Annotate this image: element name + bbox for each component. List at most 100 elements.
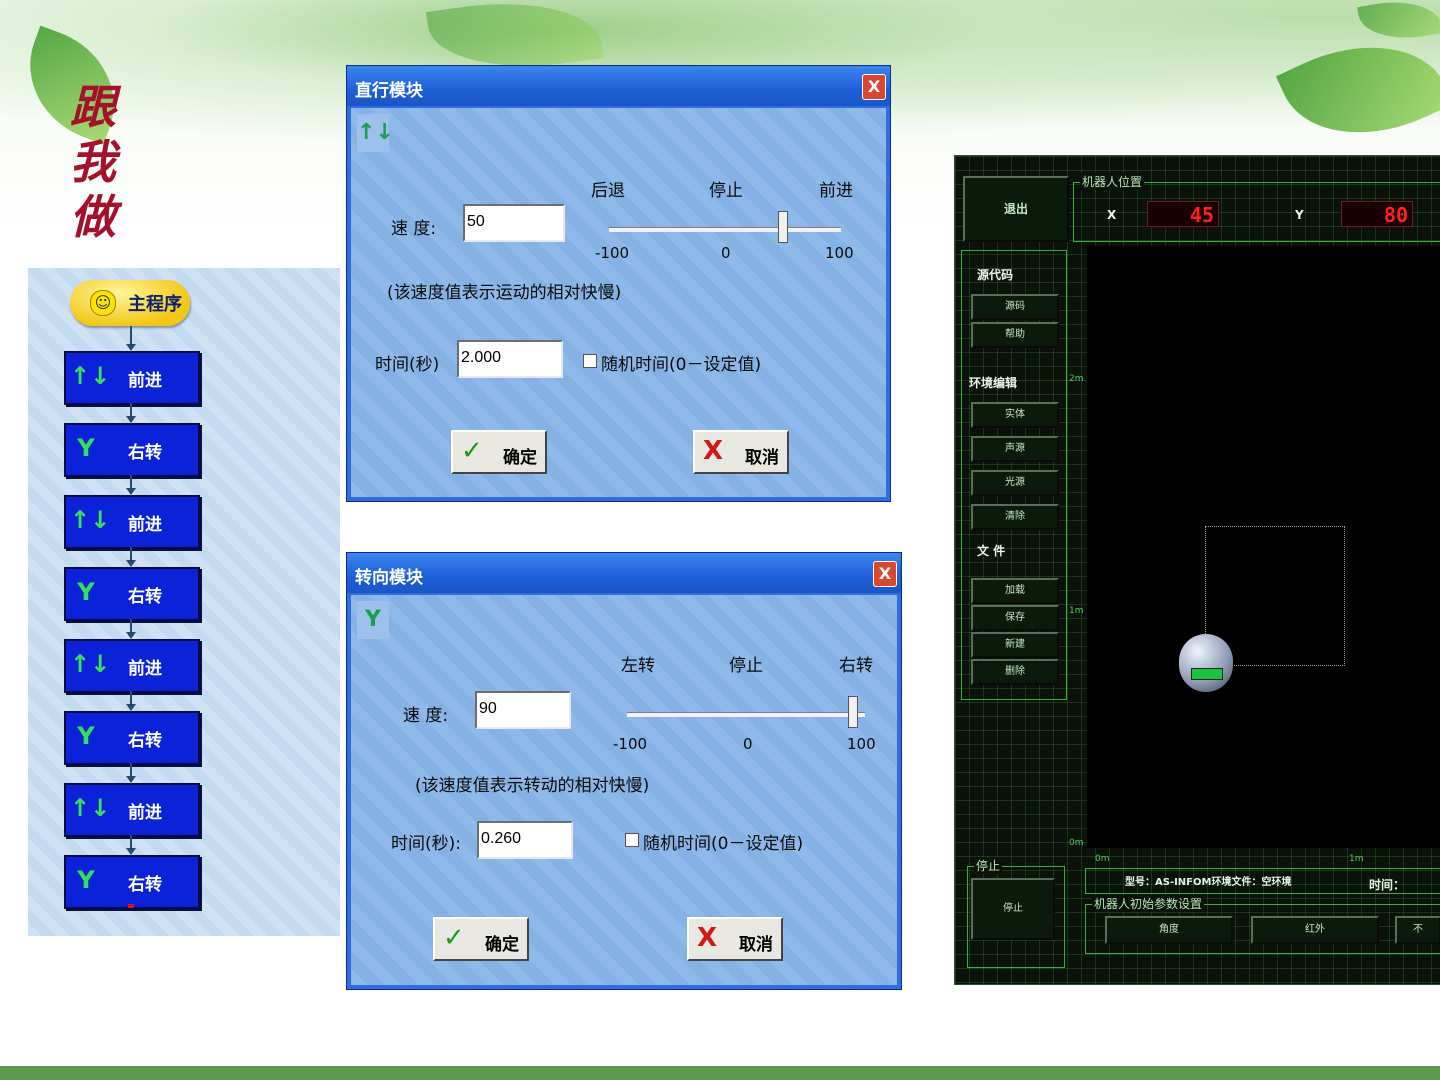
time-input[interactable]: 2.000 bbox=[457, 340, 563, 378]
dialog-title: 转向模块 bbox=[355, 568, 423, 588]
y-scale-2m: 2m bbox=[1069, 374, 1084, 384]
status-text: 型号：AS-INFOM环境文件：空环境 bbox=[1125, 877, 1292, 888]
help-button[interactable]: 帮助 bbox=[971, 322, 1059, 348]
direction-forward-label: 前进 bbox=[819, 181, 853, 201]
y-label: Y bbox=[1295, 208, 1304, 222]
load-button[interactable]: 加载 bbox=[971, 578, 1059, 604]
main-program-node[interactable]: ☺ 主程序 bbox=[70, 280, 190, 326]
file-section-label: 文 件 bbox=[977, 544, 1006, 558]
turn-icon: Y bbox=[77, 722, 95, 750]
save-button[interactable]: 保存 bbox=[971, 605, 1059, 631]
random-time-label: 随机时间(0－设定值) bbox=[601, 355, 762, 375]
close-button[interactable]: X bbox=[873, 561, 897, 587]
flow-block-label: 右转 bbox=[128, 875, 162, 895]
turn-module-dialog: 转向模块 X Y 左转 停止 右转 速 度: 90 -100 0 100 (该速… bbox=[346, 552, 902, 990]
y-scale-1m: 1m bbox=[1069, 606, 1084, 616]
flow-block-turn-right[interactable]: Y 右转 bbox=[64, 855, 200, 909]
flow-arrow bbox=[126, 488, 136, 495]
forward-icon: ↑↓ bbox=[357, 114, 394, 152]
speed-label: 速 度: bbox=[403, 706, 449, 726]
cross-icon: X bbox=[703, 436, 724, 466]
source-code-button[interactable]: 源码 bbox=[971, 294, 1059, 320]
x-value-display: 45 bbox=[1147, 201, 1219, 227]
light-source-button[interactable]: 光源 bbox=[971, 470, 1059, 496]
flow-connector bbox=[130, 835, 132, 849]
time-label: 时间： bbox=[1369, 878, 1406, 892]
flow-block-label: 前进 bbox=[128, 515, 162, 535]
solid-button[interactable]: 实体 bbox=[971, 402, 1059, 428]
exit-button[interactable]: 退出 bbox=[963, 176, 1069, 242]
checkmark-icon: ✓ bbox=[443, 923, 465, 953]
flow-block-forward[interactable]: ↑↓ 前进 bbox=[64, 639, 200, 693]
flow-block-forward[interactable]: ↑↓ 前进 bbox=[64, 351, 200, 405]
flow-block-turn-right[interactable]: Y 右转 bbox=[64, 567, 200, 621]
ok-button[interactable]: ✓ 确定 bbox=[433, 917, 529, 961]
direction-stop-label: 停止 bbox=[729, 656, 763, 676]
speed-note: (该速度值表示转动的相对快慢) bbox=[415, 776, 650, 796]
slider-zero-label: 0 bbox=[721, 244, 731, 262]
speed-slider-track[interactable] bbox=[627, 712, 865, 717]
flow-block-turn-right[interactable]: Y 右转 bbox=[64, 711, 200, 765]
flow-block-label: 前进 bbox=[128, 803, 162, 823]
stop-button[interactable]: 停止 bbox=[971, 878, 1055, 940]
flow-connector bbox=[130, 763, 132, 777]
flow-block-forward[interactable]: ↑↓ 前进 bbox=[64, 495, 200, 549]
turn-icon: Y bbox=[77, 578, 95, 606]
slider-zero-label: 0 bbox=[743, 735, 753, 753]
slide-title: 跟 我 做 bbox=[58, 80, 128, 245]
ok-button[interactable]: ✓ 确定 bbox=[451, 430, 547, 474]
title-char: 做 bbox=[70, 190, 116, 244]
cut-off-button[interactable]: 不 bbox=[1395, 916, 1440, 944]
straight-module-dialog: 直行模块 X ↑↓ 后退 停止 前进 速 度: 50 -100 0 100 (该… bbox=[346, 65, 891, 502]
dialog-body: ↑↓ 后退 停止 前进 速 度: 50 -100 0 100 (该速度值表示运动… bbox=[351, 108, 886, 497]
slider-max-label: 100 bbox=[847, 735, 876, 753]
cross-icon: X bbox=[697, 923, 718, 953]
flow-block-turn-right[interactable]: Y 右转 bbox=[64, 423, 200, 477]
flow-block-forward[interactable]: ↑↓ 前进 bbox=[64, 783, 200, 837]
speed-label: 速 度: bbox=[391, 219, 437, 239]
direction-back-label: 后退 bbox=[591, 181, 625, 201]
speed-slider-thumb[interactable] bbox=[778, 211, 788, 243]
speed-slider-thumb[interactable] bbox=[848, 696, 859, 728]
cancel-button[interactable]: X 取消 bbox=[687, 917, 783, 961]
cancel-label: 取消 bbox=[745, 448, 779, 468]
time-label: 时间(秒): bbox=[391, 834, 461, 854]
forward-icon: ↑↓ bbox=[70, 794, 111, 822]
robot-position-caption: 机器人位置 bbox=[1080, 173, 1145, 190]
speed-input[interactable]: 50 bbox=[463, 204, 565, 242]
new-button[interactable]: 新建 bbox=[971, 632, 1059, 658]
flow-arrow bbox=[126, 632, 136, 639]
robot-icon[interactable] bbox=[1179, 634, 1233, 692]
direction-right-label: 右转 bbox=[839, 656, 873, 676]
flow-connector bbox=[130, 691, 132, 705]
robot-simulator-window: 退出 机器人位置 X 45 Y 80 源代码 源码 帮助 环境编辑 实体 声源 … bbox=[954, 155, 1440, 985]
robot-screen bbox=[1191, 668, 1223, 680]
ok-label: 确定 bbox=[503, 448, 537, 468]
sound-source-button[interactable]: 声源 bbox=[971, 436, 1059, 462]
flow-connector bbox=[130, 547, 132, 561]
angle-button[interactable]: 角度 bbox=[1105, 916, 1233, 944]
flow-arrow bbox=[126, 344, 136, 351]
env-edit-section-label: 环境编辑 bbox=[969, 376, 1018, 390]
slider-min-label: -100 bbox=[613, 735, 648, 753]
speed-note: (该速度值表示运动的相对快慢) bbox=[387, 283, 622, 303]
flow-arrow bbox=[126, 560, 136, 567]
random-time-checkbox[interactable] bbox=[583, 354, 597, 368]
infrared-button[interactable]: 红外 bbox=[1251, 916, 1379, 944]
random-time-checkbox[interactable] bbox=[625, 833, 639, 847]
forward-icon: ↑↓ bbox=[70, 506, 111, 534]
delete-button[interactable]: 删除 bbox=[971, 659, 1059, 685]
random-time-label: 随机时间(0－设定值) bbox=[643, 834, 804, 854]
clear-button[interactable]: 清除 bbox=[971, 504, 1059, 530]
ok-label: 确定 bbox=[485, 935, 519, 955]
initial-params-caption: 机器人初始参数设置 bbox=[1092, 895, 1205, 912]
turn-icon: Y bbox=[77, 434, 95, 462]
slider-min-label: -100 bbox=[595, 244, 630, 262]
time-input[interactable]: 0.260 bbox=[477, 821, 573, 859]
close-button[interactable]: X bbox=[862, 74, 886, 100]
flow-connector bbox=[130, 475, 132, 489]
cancel-button[interactable]: X 取消 bbox=[693, 430, 789, 474]
speed-slider-track[interactable] bbox=[609, 227, 841, 232]
speed-input[interactable]: 90 bbox=[475, 691, 571, 729]
flow-arrow bbox=[126, 776, 136, 783]
